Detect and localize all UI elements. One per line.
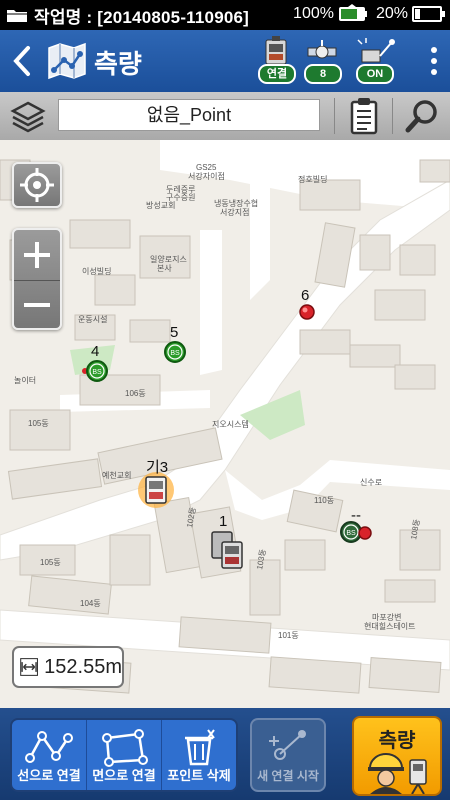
distance-scale[interactable]: 152.55m <box>12 646 124 688</box>
area-connect-button[interactable]: 면으로 연결 <box>87 720 162 790</box>
map-view[interactable]: GS25 서강자이점 두레증루 구수증원 방성교회 냉동냉장수협 서강지점 정호… <box>0 140 450 708</box>
map-label: 냉동냉장수협 <box>214 198 258 208</box>
map-label: 지오시스템 <box>212 419 249 429</box>
satellite-button[interactable]: 8 <box>300 36 344 86</box>
map-label: 104동 <box>80 599 101 608</box>
gps-device-icon <box>338 4 367 21</box>
page-title: 측량 <box>94 49 142 79</box>
map-label: 정호빌딩 <box>298 174 327 184</box>
trash-icon <box>185 729 215 766</box>
map-label: 신수로 <box>360 478 382 487</box>
battery-icon <box>412 6 445 22</box>
line-connect-button[interactable]: 선으로 연결 <box>12 720 87 790</box>
new-connect-icon <box>269 730 306 760</box>
plus-icon <box>24 242 50 268</box>
map-label: 마포강변 <box>372 612 401 622</box>
overflow-menu-button[interactable] <box>430 44 438 80</box>
back-button[interactable] <box>8 44 36 78</box>
status-bar: 작업명 : [20140805-110906] 100% 20% <box>0 0 450 30</box>
point-label: 기3 <box>146 459 168 476</box>
layers-icon[interactable] <box>10 99 46 133</box>
polyline-icon <box>25 731 73 763</box>
map-label: 105동 <box>28 419 49 428</box>
point-label: 6 <box>301 287 309 304</box>
svg-text:BS: BS <box>170 350 180 357</box>
scale-value: 152.55m <box>44 655 122 678</box>
connect-button[interactable]: 연결 <box>254 36 298 86</box>
signal-percent: 100% <box>293 5 334 22</box>
map-label: 방성교회 <box>146 200 175 210</box>
crosshair-icon <box>20 168 54 202</box>
satellite-count: 8 <box>304 64 342 84</box>
surveyor-icon <box>368 753 427 794</box>
survey-point-bs[interactable]: BS -- <box>340 507 372 543</box>
map-label: 일양로지스 <box>150 255 187 264</box>
map-label: 106동 <box>125 389 146 398</box>
app-header: 측량 연결 8 ON <box>0 30 450 92</box>
folder-icon <box>7 10 27 22</box>
point-delete-button[interactable]: 포인트 삭제 <box>162 720 236 790</box>
connect-label: 연결 <box>258 64 296 84</box>
map-label: 서강지점 <box>220 207 249 217</box>
battery-percent: 20% <box>375 5 408 22</box>
laser-button[interactable]: ON <box>352 36 396 86</box>
survey-button[interactable]: 측량 <box>352 716 442 796</box>
layer-toolbar: 없음_Point <box>0 92 450 141</box>
search-icon[interactable] <box>404 98 440 134</box>
locate-button[interactable] <box>12 162 62 208</box>
chevron-left-icon <box>13 46 30 76</box>
width-arrows-icon <box>20 658 38 676</box>
layer-selector[interactable]: 없음_Point <box>58 99 320 131</box>
map-label: 이성빌딩 <box>82 266 111 276</box>
line-connect-label: 선으로 연결 <box>17 768 81 783</box>
laser-status: ON <box>356 64 394 84</box>
point-label: 5 <box>170 324 178 341</box>
map-label: 운동시설 <box>78 314 107 324</box>
point-label: 4 <box>91 343 99 360</box>
zoom-in-button[interactable] <box>14 230 60 281</box>
area-connect-label: 면으로 연결 <box>92 768 156 783</box>
map-label: GS25 <box>196 163 217 172</box>
map-icon <box>48 42 86 80</box>
polygon-icon <box>102 729 148 767</box>
map-label: 101동 <box>278 631 299 640</box>
map-label: 현대힐스테이트 <box>364 621 416 631</box>
map-label: 105동 <box>40 558 61 567</box>
connect-action-group: 선으로 연결 면으로 연결 포인트 삭제 <box>10 718 238 792</box>
map-label: 본사 <box>157 264 172 273</box>
map-label: 서강자이점 <box>188 171 225 181</box>
map-canvas: GS25 서강자이점 두레증루 구수증원 방성교회 냉동냉장수협 서강지점 정호… <box>0 140 450 694</box>
map-label: 놀이터 <box>14 375 36 385</box>
point-label: -- <box>351 507 361 524</box>
point-delete-label: 포인트 삭제 <box>167 768 231 783</box>
clipboard-icon[interactable] <box>350 97 378 135</box>
zoom-out-button[interactable] <box>14 281 60 329</box>
svg-text:BS: BS <box>346 530 356 537</box>
zoom-control <box>12 228 62 330</box>
point-label: 1 <box>219 513 227 530</box>
map-label: 110동 <box>314 496 334 505</box>
job-title: 작업명 : [20140805-110906] <box>34 7 250 27</box>
svg-text:BS: BS <box>92 369 102 376</box>
bottom-action-bar: 선으로 연결 면으로 연결 포인트 삭제 새 연결 시작 측량 <box>0 708 450 800</box>
new-connect-label: 새 연결 시작 <box>257 769 319 783</box>
minus-icon <box>24 303 50 307</box>
new-connect-button[interactable]: 새 연결 시작 <box>250 718 326 792</box>
map-label: 예천교회 <box>102 470 131 480</box>
